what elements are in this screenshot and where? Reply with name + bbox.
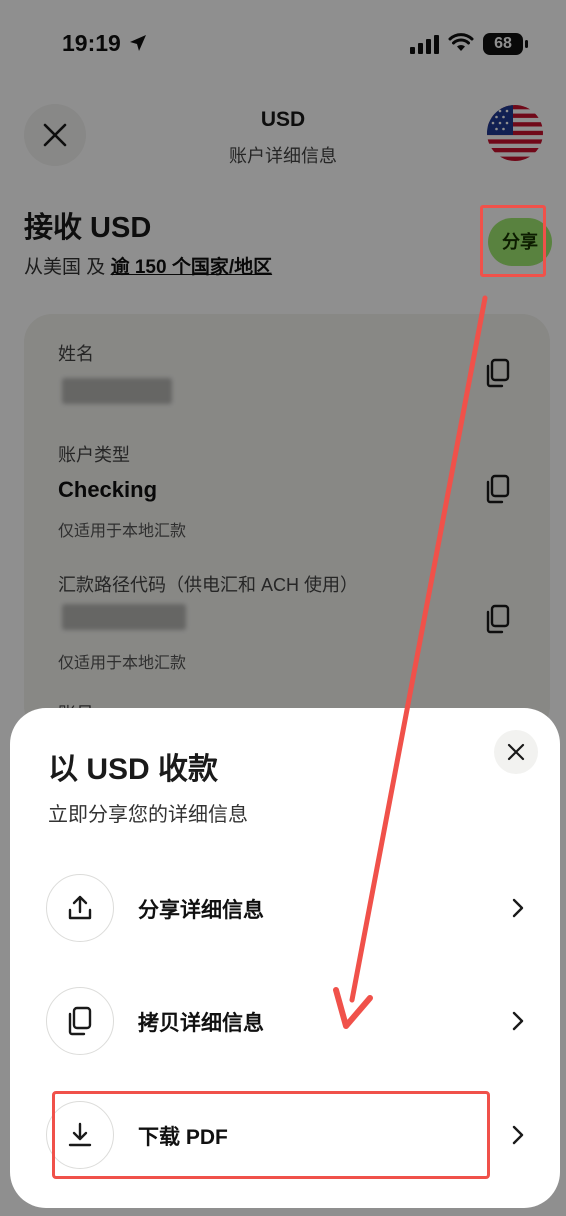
routing-number-label: 汇款路径代码（供电汇和 ACH 使用） (58, 575, 359, 595)
copy-icon[interactable] (484, 604, 512, 634)
share-upload-icon (68, 895, 92, 920)
receive-heading: 接收 USD (24, 212, 152, 244)
redacted-name-value (62, 378, 172, 404)
option-label: 分享详细信息 (138, 899, 264, 922)
close-icon (507, 743, 525, 761)
copy-icon (68, 1006, 92, 1036)
option-icon-circle (46, 874, 114, 942)
routing-number-note: 仅适用于本地汇款 (58, 655, 187, 672)
wifi-icon (448, 33, 474, 51)
battery-tip (525, 40, 528, 48)
sheet-close-button[interactable] (494, 730, 538, 774)
share-details-option[interactable]: 分享详细信息 (46, 874, 536, 954)
name-label: 姓名 (58, 344, 94, 364)
status-bar: 19:19 68 (0, 0, 566, 88)
page-subtitle: 账户详细信息 (229, 146, 337, 166)
countries-link[interactable]: 逾 150 个国家/地区 (111, 257, 273, 278)
receive-sub-prefix: 从美国 及 (24, 257, 106, 278)
sheet-subtitle: 立即分享您的详细信息 (48, 804, 248, 826)
copy-icon[interactable] (484, 474, 512, 504)
receive-subtitle: 从美国 及 逾 150 个国家/地区 (24, 252, 272, 279)
option-label: 拷贝详细信息 (138, 1012, 264, 1035)
account-type-value: Checking (58, 477, 158, 502)
battery-indicator: 68 (483, 33, 523, 55)
copy-details-option[interactable]: 拷贝详细信息 (46, 987, 536, 1067)
share-highlight-annotation (480, 205, 546, 277)
account-type-note: 仅适用于本地汇款 (58, 523, 187, 540)
location-arrow-icon (130, 35, 146, 51)
redacted-routing-value (62, 604, 186, 630)
chevron-right-icon (512, 1011, 524, 1031)
account-type-label: 账户类型 (58, 445, 130, 465)
status-time: 19:19 (62, 30, 121, 56)
copy-icon[interactable] (484, 358, 512, 388)
us-flag-icon (487, 105, 543, 161)
option-icon-circle (46, 987, 114, 1055)
page-title: USD (260, 108, 306, 131)
cellular-signal-icon (410, 35, 439, 54)
chevron-right-icon (512, 1125, 524, 1145)
sheet-title: 以 USD 收款 (48, 753, 219, 786)
chevron-right-icon (512, 898, 524, 918)
download-pdf-highlight-annotation (52, 1091, 490, 1179)
